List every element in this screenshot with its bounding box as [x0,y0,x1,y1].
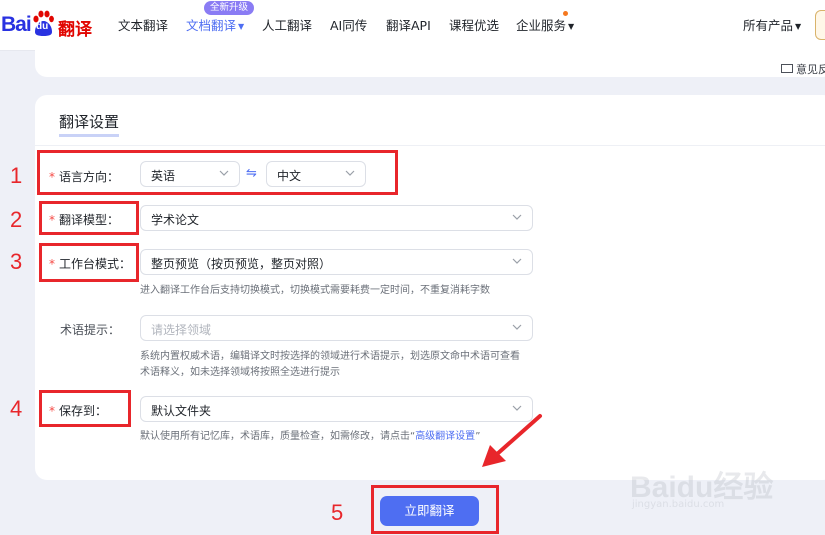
term-domain-placeholder: 请选择领域 [151,323,212,337]
nav-human-translate[interactable]: 人工翻译 [262,15,312,34]
save-folder-value: 默认文件夹 [151,404,212,418]
baidu-fanyi-logo[interactable]: Bai du 翻译 [1,8,97,40]
term-hint-line: 系统内置权威术语，编辑译文时按选择的领域进行术语提示，划选原文命中术语可查看 [140,351,520,362]
card-title: 翻译设置 [59,111,120,137]
annotation-box [39,243,139,282]
caret-down-icon: ▼ [238,22,245,31]
nav-text-translate[interactable]: 文本翻译 [118,15,168,34]
term-hint-label: 术语提示： [60,323,121,337]
workspace-mode-hint: 进入翻译工作台后支持切换模式，切换模式需要耗费一定时间，不重复消耗字数 [140,285,490,296]
red-arrow-icon [482,414,542,467]
nav-enterprise[interactable]: 企业服务 ▼ [516,15,574,34]
save-hint: 默认使用所有记忆库，术语库，质量检查，如需修改，请点击“高级翻译设置” [140,429,480,445]
step-number: 3 [10,249,23,274]
logo-bai-text: Bai [1,13,32,36]
step-number: 2 [10,207,23,232]
workspace-mode-value: 整页预览（按页预览，整页对照） [151,257,332,271]
nav-courses[interactable]: 课程优选 [449,15,499,34]
top-navbar: Bai du 翻译 文本翻译 全新升级 文档翻译 ▼ 人工翻译 AI同传 翻译AP… [0,0,825,51]
annotation-box [37,150,398,195]
divider [35,145,825,146]
nav-enterprise-label: 企业服务 [516,18,567,33]
step-number: 4 [10,396,23,421]
nav-doc-translate[interactable]: 文档翻译 ▼ [186,15,244,34]
annotation-box [371,485,499,534]
chevron-down-icon [512,258,522,264]
nav-ai-interpret[interactable]: AI同传 [330,15,367,34]
chevron-down-icon [512,324,522,330]
feedback-label: 意见反 [796,63,825,76]
logo-fanyi-text: 翻译 [58,20,92,40]
logo-du-text: du [36,21,49,32]
caret-down-icon: ▼ [568,22,575,31]
term-hint-line: 术语释义，如未选择领域将按照全选进行提示 [140,367,340,378]
step-number: 1 [10,163,23,188]
baidu-jingyan-watermark: Baidu经验 jingyan.baidu.com [630,462,773,510]
save-hint-text: 默认使用所有记忆库，术语库，质量检查，如需修改，请点击“ [140,431,416,442]
nav-doc-translate-label: 文档翻译 [186,18,237,33]
notification-dot [563,11,568,16]
translate-model-value: 学术论文 [151,213,200,227]
term-hint-text: 系统内置权威术语，编辑译文时按选择的领域进行术语提示，划选原文命中术语可查看 术… [140,349,520,381]
new-upgrade-badge: 全新升级 [204,1,255,15]
step-number: 5 [331,500,344,525]
annotation-box [39,390,131,427]
caret-down-icon: ▼ [795,22,802,31]
term-domain-select[interactable]: 请选择领域 [140,315,533,341]
watermark-sub: jingyan.baidu.com [632,499,725,510]
translate-model-select[interactable]: 学术论文 [140,205,533,231]
nav-translate-api[interactable]: 翻译API [386,15,431,34]
workspace-mode-select[interactable]: 整页预览（按页预览，整页对照） [140,249,533,275]
vip-button[interactable] [815,10,825,40]
feedback-link[interactable]: 意见反 [781,61,825,77]
annotation-box [39,201,139,235]
mail-icon [781,64,793,73]
advanced-settings-link[interactable]: 高级翻译设置 [415,431,475,442]
chevron-down-icon [512,214,522,220]
nav-all-products-label: 所有产品 [743,18,794,33]
nav-all-products[interactable]: 所有产品 ▼ [743,15,801,34]
upload-card-bottom [35,50,825,77]
